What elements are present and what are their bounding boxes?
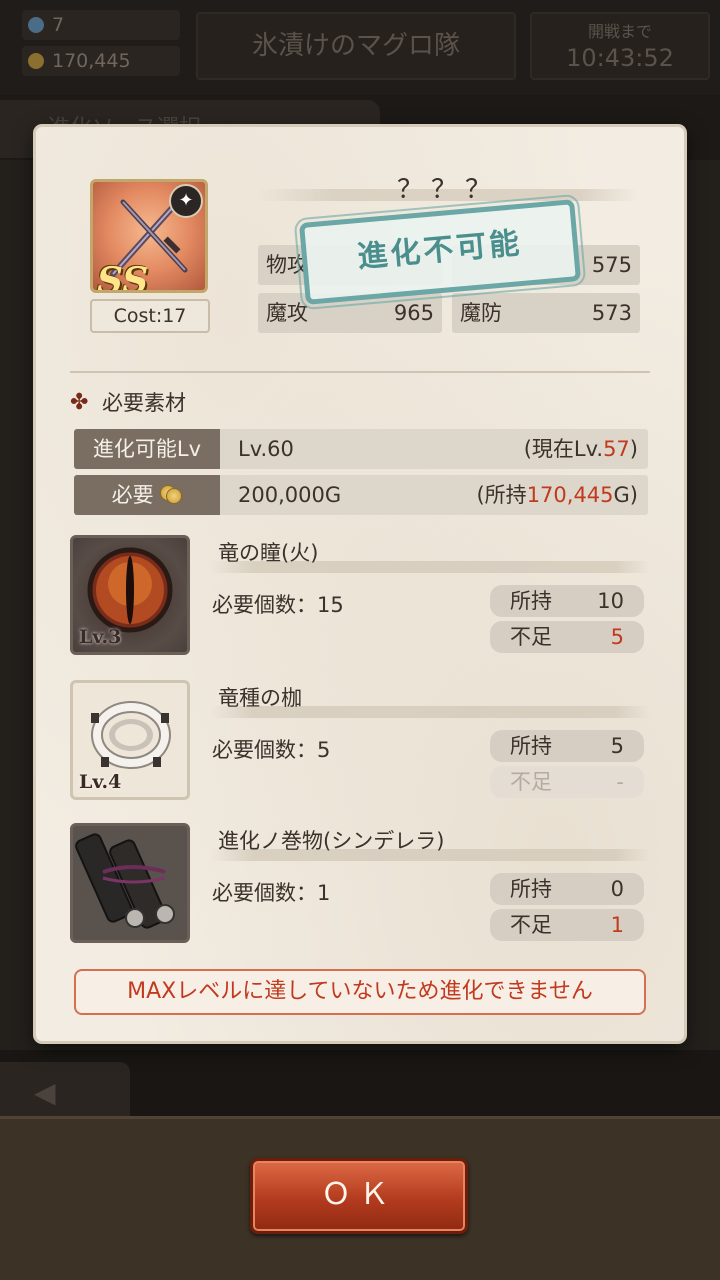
row-value: Lv.60	[238, 437, 294, 461]
shortage-count: 5	[610, 625, 624, 649]
mace-icon: ✦	[169, 184, 203, 218]
weapon-portrait: SS ✦	[90, 179, 208, 293]
dragon-eye-icon: Lv.3	[70, 535, 190, 655]
section-title: ✤ 必要素材	[70, 387, 186, 419]
cannot-evolve-warning: MAXレベルに達していないため進化できません	[74, 969, 646, 1015]
owned-count: 5	[610, 734, 624, 758]
timer-value: 10:43:52	[566, 44, 674, 72]
header-bar: 7 170,445 氷漬けのマグロ隊 開戦まで 10:43:52	[0, 0, 720, 95]
gold-requirement-row: 必要 200,000G (所持170,445G)	[74, 475, 648, 515]
owned-pill: 所持 10	[490, 585, 644, 617]
material-level: Lv.4	[79, 771, 122, 793]
team-name: 氷漬けのマグロ隊	[196, 12, 516, 80]
owned-count: 0	[610, 877, 624, 901]
row-label: 進化可能Lv	[74, 429, 220, 469]
material-item[interactable]: 進化ノ巻物(シンデレラ) 必要個数：1 所持 0 不足 1	[70, 823, 650, 945]
row-label: 必要	[74, 475, 220, 515]
owned-count: 10	[597, 589, 624, 613]
owned-pill: 所持 5	[490, 730, 644, 762]
shortage-count: 1	[610, 913, 624, 937]
material-item[interactable]: Lv.3 竜の瞳(火) 必要個数：15 所持 10 不足 5	[70, 535, 650, 657]
gold-counter: 170,445	[22, 46, 180, 76]
material-required: 必要個数：1	[212, 881, 331, 905]
evolution-dialog: SS ✦ Cost:17 ？？？ 物攻 575 魔攻 965 魔防 573 進化…	[36, 127, 684, 1041]
bg-bottom-bar: ◀	[0, 1050, 720, 1120]
stat-value: 573	[591, 301, 632, 325]
unit-name: ？？？	[396, 175, 499, 205]
current-level: (現在Lv.57)	[523, 437, 638, 461]
gem-count: 7	[52, 14, 65, 36]
material-required: 必要個数：15	[212, 593, 344, 617]
coin-icon	[28, 53, 44, 69]
shackle-icon: Lv.4	[70, 680, 190, 800]
owned-gold: (所持170,445G)	[476, 483, 638, 507]
gold-count: 170,445	[52, 50, 131, 72]
section-title-text: 必要素材	[102, 391, 186, 415]
battle-timer: 開戦まで 10:43:52	[530, 12, 710, 80]
rank-badge: SS	[97, 260, 149, 293]
ok-button[interactable]: ＯＫ	[250, 1158, 468, 1234]
timer-label: 開戦まで	[587, 22, 652, 41]
stat-label: 魔防	[460, 301, 502, 325]
stat-mag-def: 魔防 573	[452, 293, 640, 333]
shortage-pill: 不足 5	[490, 621, 644, 653]
gem-counter: 7	[22, 10, 180, 40]
shortage-count: -	[616, 770, 624, 794]
level-requirement-row: 進化可能Lv Lv.60 (現在Lv.57)	[74, 429, 648, 469]
row-value: 200,000G	[238, 483, 342, 507]
owned-pill: 所持 0	[490, 873, 644, 905]
divider	[70, 371, 650, 373]
gem-icon	[28, 17, 44, 33]
stat-value: 965	[393, 301, 434, 325]
shortage-pill: 不足 1	[490, 909, 644, 941]
material-name: 竜種の枷	[218, 686, 302, 710]
stat-label: 魔攻	[266, 301, 308, 325]
material-name: 竜の瞳(火)	[218, 541, 319, 565]
back-arrow-icon: ◀	[34, 1076, 56, 1109]
stat-value: 575	[591, 253, 632, 277]
material-name: 進化ノ巻物(シンデレラ)	[218, 829, 445, 853]
material-item[interactable]: Lv.4 竜種の枷 必要個数：5 所持 5 不足 -	[70, 680, 650, 802]
material-required: 必要個数：5	[212, 738, 331, 762]
unit-card[interactable]: SS ✦ Cost:17	[88, 177, 210, 337]
cannot-evolve-stamp: 進化不可能	[293, 192, 587, 312]
unit-cost: Cost:17	[90, 299, 210, 333]
shortage-pill: 不足 -	[490, 766, 644, 798]
screen: 7 170,445 氷漬けのマグロ隊 開戦まで 10:43:52 進化ソース選択…	[0, 0, 720, 1280]
material-level: Lv.3	[79, 626, 122, 648]
back-tab: ◀	[0, 1062, 130, 1120]
coin-icon	[160, 485, 183, 505]
cross-ornament-icon: ✤	[70, 390, 89, 415]
scroll-icon	[70, 823, 190, 943]
